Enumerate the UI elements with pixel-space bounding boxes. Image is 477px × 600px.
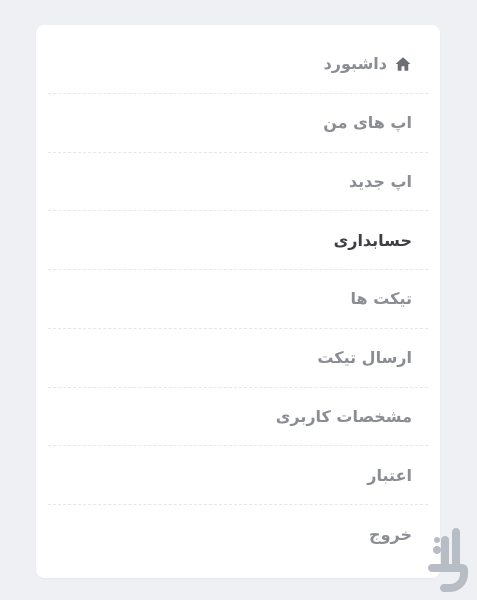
menu-item-profile[interactable]: مشخصات کاربری <box>48 388 428 447</box>
menu-item-label: خروج <box>369 524 412 544</box>
menu-item-credit[interactable]: اعتبار <box>48 446 428 505</box>
sidebar-menu: داشبورد اپ های من اپ جدید حسابداری تیکت … <box>48 35 428 564</box>
bazaar-logo <box>428 526 468 594</box>
menu-item-logout[interactable]: خروج <box>48 505 428 564</box>
menu-item-tickets[interactable]: تیکت ها <box>48 270 428 329</box>
menu-item-dashboard[interactable]: داشبورد <box>48 35 428 94</box>
home-icon <box>394 55 412 73</box>
menu-item-my-apps[interactable]: اپ های من <box>48 94 428 153</box>
menu-item-label: اپ جدید <box>348 171 412 191</box>
menu-item-label: داشبورد <box>323 54 387 74</box>
sidebar-menu-card: داشبورد اپ های من اپ جدید حسابداری تیکت … <box>36 25 440 578</box>
menu-item-label: اپ های من <box>323 113 412 133</box>
menu-item-accounting[interactable]: حسابداری <box>48 211 428 270</box>
menu-item-label: اعتبار <box>367 465 412 485</box>
menu-item-send-ticket[interactable]: ارسال تیکت <box>48 329 428 388</box>
menu-item-new-app[interactable]: اپ جدید <box>48 153 428 212</box>
menu-item-label: مشخصات کاربری <box>275 406 412 426</box>
menu-item-label: حسابداری <box>333 230 412 250</box>
menu-item-label: ارسال تیکت <box>317 348 412 368</box>
menu-item-label: تیکت ها <box>350 289 412 309</box>
